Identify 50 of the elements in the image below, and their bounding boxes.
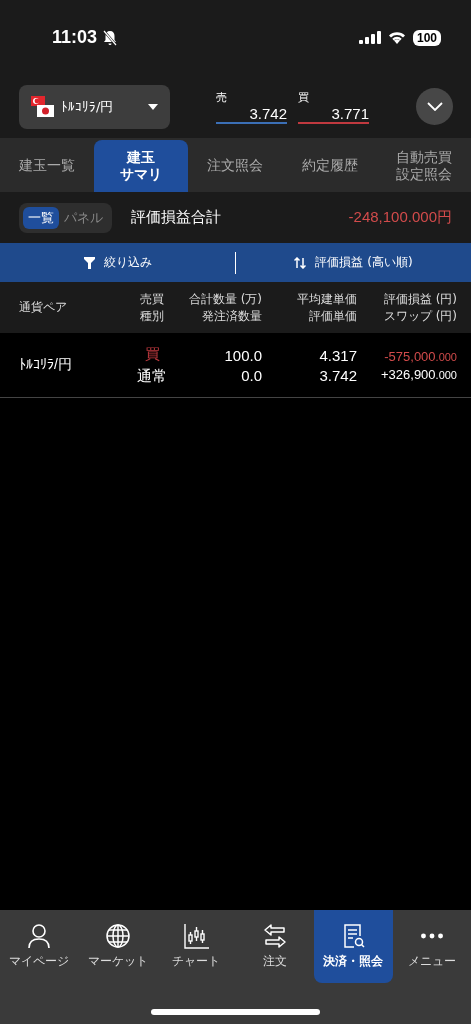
globe-icon bbox=[104, 923, 131, 949]
expand-button[interactable] bbox=[416, 88, 453, 125]
nav-item[interactable]: マイページ bbox=[0, 910, 79, 983]
summary-label: 評価損益合計 bbox=[131, 208, 221, 227]
view-toggle-option[interactable]: 一覧 bbox=[23, 206, 59, 229]
column-header: 平均建単価 評価単価 bbox=[296, 291, 357, 324]
tab[interactable]: 注文照会 bbox=[188, 140, 283, 192]
column-header: 合計数量 (万) 発注済数量 bbox=[187, 291, 262, 324]
nav-item[interactable]: チャート bbox=[157, 910, 236, 983]
table-cell-text: 0.0 bbox=[240, 366, 262, 384]
battery-level: 100 bbox=[412, 29, 441, 46]
table-cell-text: 100.0 bbox=[223, 346, 262, 364]
person-icon bbox=[26, 923, 53, 949]
summary-value: -248,100.000円 bbox=[348, 208, 452, 227]
nav-item[interactable]: 注文 bbox=[235, 910, 314, 983]
quote-price: 売 3.742 bbox=[216, 89, 287, 124]
currency-pair-selector[interactable]: ﾄﾙｺﾘﾗ/円 bbox=[19, 84, 170, 129]
tab[interactable]: 自動売買 設定照会 bbox=[376, 140, 471, 192]
column-header: 売買 種別 bbox=[139, 291, 165, 324]
more-icon bbox=[420, 933, 443, 939]
candlestick-chart-icon bbox=[183, 923, 210, 949]
column-header: 通貨ペア bbox=[19, 299, 68, 316]
filter-icon bbox=[83, 256, 95, 269]
table-cell-text: ﾄﾙｺﾘﾗ/円 bbox=[19, 356, 73, 374]
dropdown-caret-icon bbox=[148, 103, 158, 110]
flag-icon bbox=[31, 94, 55, 119]
clock-time: 11:03 bbox=[52, 27, 98, 48]
tab[interactable]: 建玉 サマリ bbox=[94, 140, 189, 192]
table-cell-text: 買 bbox=[143, 344, 161, 364]
chevron-down-icon bbox=[426, 102, 443, 111]
filter-button[interactable]: 絞り込み bbox=[0, 253, 235, 272]
sort-button[interactable]: 評価損益 (高い順) bbox=[236, 253, 471, 272]
nav-item[interactable]: 決済・照会 bbox=[314, 910, 393, 983]
signal-icon bbox=[358, 31, 381, 44]
bell-muted-icon bbox=[103, 29, 118, 46]
amount: +326,900.000 bbox=[380, 366, 457, 382]
table-cell-text: 通常 bbox=[136, 366, 168, 386]
swap-arrows-icon bbox=[261, 923, 288, 949]
table-cell-text: 3.742 bbox=[318, 366, 357, 384]
column-header: 評価損益 (円) スワップ (円) bbox=[382, 291, 457, 324]
tab[interactable]: 建玉一覧 bbox=[0, 140, 95, 192]
table-cell-text: 4.317 bbox=[318, 346, 357, 364]
wifi-icon bbox=[387, 31, 406, 44]
nav-item[interactable]: メニュー bbox=[392, 910, 471, 983]
quote-price: 買 3.771 bbox=[298, 89, 369, 124]
amount: -575,000.000 bbox=[383, 348, 457, 364]
view-toggle-option[interactable]: パネル bbox=[59, 206, 108, 229]
nav-item[interactable]: マーケット bbox=[78, 910, 157, 983]
tab[interactable]: 約定履歴 bbox=[282, 140, 377, 192]
sort-icon bbox=[294, 256, 307, 269]
